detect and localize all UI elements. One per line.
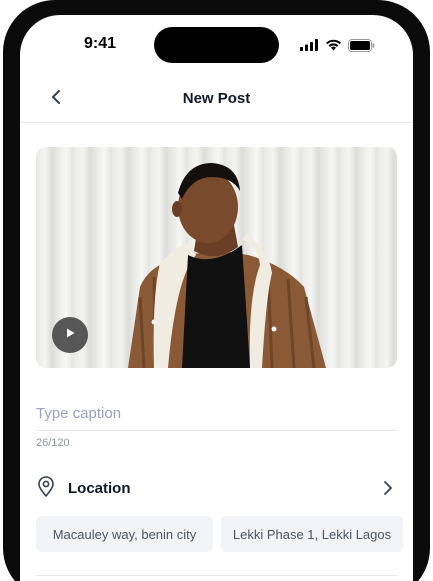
dynamic-island	[154, 27, 279, 63]
page-title: New Post	[182, 90, 251, 107]
chevron-right-icon	[383, 480, 393, 501]
status-bar: 9:41	[20, 15, 413, 73]
location-row[interactable]: Location	[36, 473, 397, 503]
caption-character-counter: 26/120	[36, 437, 70, 449]
battery-icon	[348, 38, 375, 52]
location-suggestion-chip[interactable]: Macauley way, benin city	[36, 516, 213, 552]
media-preview[interactable]	[36, 147, 397, 368]
divider	[36, 575, 397, 576]
caption-input[interactable]	[36, 397, 397, 431]
status-time: 9:41	[83, 35, 117, 52]
map-pin-icon	[36, 475, 56, 502]
location-label: Location	[68, 479, 131, 497]
post-photo	[128, 163, 326, 368]
app-screen: 9:41 New Post Type caption 26/120 Locati…	[20, 15, 413, 581]
play-button[interactable]	[52, 317, 88, 353]
cellular-signal-icon	[300, 39, 319, 51]
wifi-icon	[325, 39, 342, 51]
status-icons	[300, 38, 375, 52]
header: New Post	[20, 73, 413, 123]
play-icon	[64, 326, 76, 344]
location-suggestion-chip[interactable]: Lekki Phase 1, Lekki Lagos	[221, 516, 403, 552]
